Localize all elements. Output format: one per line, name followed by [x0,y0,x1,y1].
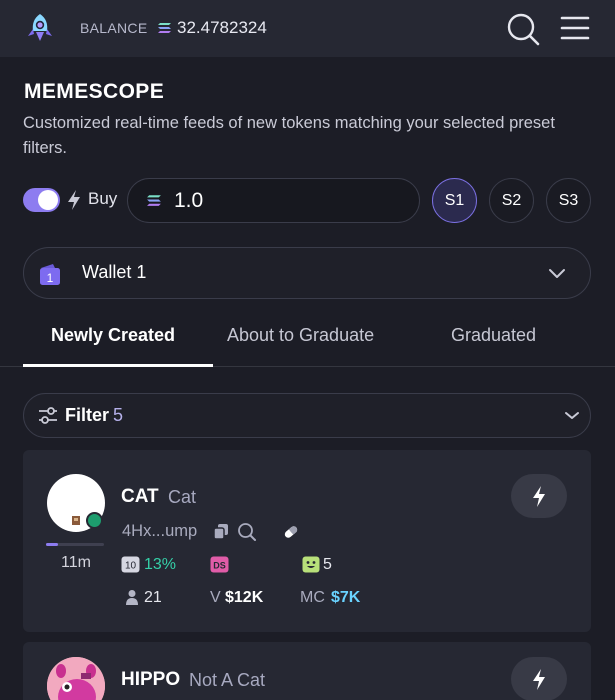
active-tab-indicator [23,364,213,367]
token-card[interactable]: 11m CAT Cat 4Hx...ump 10 13% DS 5 21 V $… [23,450,591,632]
top10-holders-pct: 13% [144,556,177,573]
token-address: 4Hx...ump [122,522,198,540]
tab-about-to-graduate[interactable]: About to Graduate [227,325,374,346]
toggle-knob [38,190,58,210]
page-subtitle: Customized real-time feeds of new tokens… [23,114,555,157]
quick-buy-button[interactable] [511,657,567,700]
preset-s2-button[interactable]: S2 [489,178,534,223]
token-age: 11m [61,554,91,571]
wallet-badge-number: 1 [47,271,54,285]
sliders-icon [39,407,57,424]
quick-buy-button[interactable] [511,474,567,518]
tab-newly-created[interactable]: Newly Created [51,325,175,346]
lightning-icon [533,486,545,507]
filter-label: Filter [65,405,110,425]
page-title: MEMESCOPE [24,80,165,103]
preset-s3-button[interactable]: S3 [546,178,591,223]
lightning-icon [68,190,80,210]
bonding-progress-fill [46,543,58,546]
holders-icon [126,590,138,605]
balance-label: BALANCE [80,20,148,36]
pill-icon[interactable] [282,523,300,541]
token-name: Not A Cat [189,670,266,690]
volume-label: V [210,589,221,606]
market-cap-value: $7K [331,589,361,606]
pump-badge-icon [86,512,103,529]
buy-amount-value: 1.0 [174,189,204,212]
rocket-logo-icon[interactable] [24,12,56,44]
top10-badge-label: 10 [125,561,137,572]
menu-icon[interactable] [560,14,590,42]
hippo-image-icon [47,657,105,700]
filter-count: 5 [113,405,124,425]
filter-select[interactable]: Filter 5 [23,393,591,438]
tab-graduated[interactable]: Graduated [451,325,536,346]
wallet-select[interactable]: 1 Wallet 1 [23,247,591,299]
holders-count: 21 [144,589,162,606]
bonding-progress-bar [46,543,104,546]
market-cap-label: MC [300,589,325,606]
chevron-down-icon [565,412,579,419]
feed-tabs: Newly Created About to Graduate Graduate… [0,310,615,367]
quick-buy-toggle[interactable] [23,188,60,212]
volume-value: $12K [225,589,264,606]
search-icon[interactable] [237,522,257,542]
copy-icon[interactable] [213,523,229,540]
top10-badge-icon: 10 [121,556,140,573]
token-name: Cat [168,487,197,507]
token-avatar [47,657,105,700]
dev-sold-badge-icon: DS [210,556,229,573]
solana-icon [158,23,171,33]
dev-badge-label: DS [213,561,226,571]
token-card[interactable]: HIPPO Not A Cat [23,642,591,700]
chevron-down-icon [549,269,565,278]
token-symbol: HIPPO [121,669,181,690]
wallet-label: Wallet 1 [82,262,147,282]
preset-s1-button[interactable]: S1 [432,178,477,223]
search-icon[interactable] [506,12,540,46]
balance-value: 32.4782324 [177,18,267,37]
wallet-icon: 1 [40,264,60,285]
buy-amount-input[interactable]: 1.0 [127,178,420,223]
sniper-count: 5 [323,556,332,573]
top-bar: BALANCE 32.4782324 [0,0,615,57]
solana-icon [147,195,161,206]
token-symbol: CAT [121,486,159,507]
sniper-face-icon [302,556,320,573]
lightning-icon [533,669,545,690]
buy-label: Buy [88,189,118,208]
